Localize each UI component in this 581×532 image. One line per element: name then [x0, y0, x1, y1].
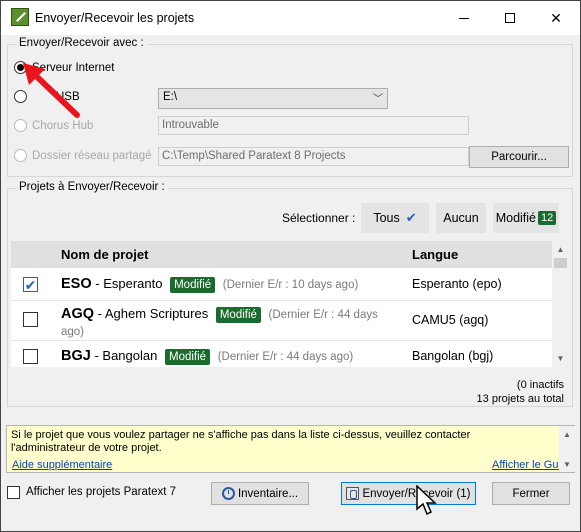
maximize-button[interactable] [487, 1, 533, 35]
close-button[interactable]: Fermer [492, 482, 570, 505]
project-code: AGQ [61, 306, 95, 322]
clock-icon [221, 487, 235, 500]
row-checkbox[interactable] [23, 277, 38, 292]
modified-badge: Modifié [170, 277, 216, 293]
last-send-receive: (Dernier E/r : 10 days ago) [222, 279, 359, 291]
send-receive-dialog: Envoyer/Recevoir les projets ✕ Envoyer/R… [0, 0, 581, 532]
red-annotation-arrow [23, 63, 80, 118]
browse-button[interactable]: Parcourir... [469, 146, 569, 168]
project-language: Bangolan (bgj) [412, 349, 494, 363]
table-header: Nom de projet Langue [11, 241, 552, 268]
mouse-cursor-icon [416, 485, 437, 516]
info-scrollbar[interactable]: ▲ ▼ [559, 426, 575, 472]
info-message: Si le projet que vous voulez partager ne… [11, 429, 471, 454]
close-icon: ✕ [550, 9, 562, 26]
paratext-app-icon [11, 8, 29, 26]
select-all-button[interactable]: Tous ✔ [361, 203, 429, 233]
scroll-up-icon[interactable]: ▲ [559, 426, 575, 442]
usb-drive-select[interactable]: E:\ ﹀ [158, 88, 388, 109]
title-bar: Envoyer/Recevoir les projets ✕ [1, 1, 580, 35]
close-window-button[interactable]: ✕ [533, 1, 579, 35]
chorus-hub-status: Introuvable [158, 116, 469, 135]
project-cell: AGQ - Aghem Scriptures Modifié (Dernier … [61, 306, 378, 338]
send-receive-button[interactable]: Envoyer/Recevoir (1) [341, 482, 476, 505]
project-cell: BGJ - Bangolan Modifié (Dernier E/r : 44… [61, 348, 354, 365]
maximize-icon [505, 13, 515, 23]
select-all-label: Tous [373, 211, 400, 225]
select-none-button[interactable]: Aucun [436, 203, 486, 233]
modified-count-badge: 12 [538, 211, 557, 225]
select-modified-label: Modifié [495, 211, 537, 225]
last-send-receive: (Dernier E/r : 44 days ago) [217, 351, 354, 363]
scroll-down-icon[interactable]: ▼ [552, 350, 569, 367]
projects-group: Projets à Envoyer/Recevoir : Sélectionne… [7, 181, 573, 407]
project-name: Esperanto [103, 276, 163, 291]
table-row[interactable]: AGQ - Aghem Scriptures Modifié (Dernier … [11, 301, 552, 341]
radio-network-folder [14, 149, 27, 162]
show-paratext7-label: Afficher les projets Paratext 7 [26, 486, 176, 498]
modified-badge: Modifié [164, 349, 211, 365]
table-row[interactable]: ESO - Esperanto Modifié (Dernier E/r : 1… [11, 268, 552, 301]
chevron-down-icon: ﹀ [373, 94, 383, 105]
total-projects: 13 projets au total [476, 393, 564, 405]
minimize-button[interactable] [441, 1, 487, 35]
usb-drive-value: E:\ [163, 91, 178, 103]
inactive-count: (0 inactifs [516, 379, 564, 391]
project-cell: ESO - Esperanto Modifié (Dernier E/r : 1… [61, 276, 359, 293]
send-receive-with-group: Envoyer/Recevoir avec : Serveur Internet… [7, 37, 573, 177]
scrollbar-thumb[interactable] [554, 258, 567, 268]
info-panel: Si le projet que vous voulez partager ne… [6, 425, 575, 473]
project-language: CAMU5 (agq) [412, 313, 489, 327]
scroll-up-icon[interactable]: ▲ [552, 241, 569, 258]
row-checkbox[interactable] [23, 349, 38, 364]
projects-table: Nom de projet Langue ESO - Esperanto Mod… [11, 241, 552, 367]
project-language: Esperanto (epo) [412, 277, 502, 291]
modified-badge: Modifié [215, 307, 261, 323]
column-header-name[interactable]: Nom de projet [61, 247, 148, 262]
checkmark-icon: ✔ [405, 210, 417, 225]
group-title-projects: Projets à Envoyer/Recevoir : [16, 181, 168, 193]
window-title: Envoyer/Recevoir les projets [35, 11, 195, 25]
select-modified-button[interactable]: Modifié 12 [493, 203, 559, 233]
inventory-label: Inventaire... [237, 487, 299, 500]
project-name: Aghem Scriptures [104, 306, 209, 321]
column-header-language[interactable]: Langue [412, 247, 458, 262]
project-code: BGJ [61, 348, 91, 364]
row-checkbox[interactable] [23, 312, 38, 327]
inventory-button[interactable]: Inventaire... [211, 482, 309, 505]
group-title-send-with: Envoyer/Recevoir avec : [16, 37, 147, 49]
scroll-down-icon[interactable]: ▼ [559, 456, 575, 472]
project-code: ESO [61, 276, 92, 292]
show-paratext7-checkbox[interactable] [7, 486, 20, 499]
option-network-folder: Dossier réseau partagé [14, 149, 152, 162]
projects-scrollbar[interactable]: ▲ ▼ [552, 241, 569, 367]
chorus-hub-label: Chorus Hub [32, 119, 94, 132]
minimize-icon [459, 17, 469, 19]
help-link[interactable]: Aide supplémentaire [12, 459, 112, 471]
project-name: Bangolan [102, 348, 158, 363]
table-row[interactable]: BGJ - Bangolan Modifié (Dernier E/r : 44… [11, 341, 552, 367]
send-receive-icon [346, 487, 360, 500]
select-label: Sélectionner : [282, 211, 356, 225]
network-folder-path: C:\Temp\Shared Paratext 8 Projects [158, 147, 469, 166]
network-folder-label: Dossier réseau partagé [32, 149, 152, 162]
